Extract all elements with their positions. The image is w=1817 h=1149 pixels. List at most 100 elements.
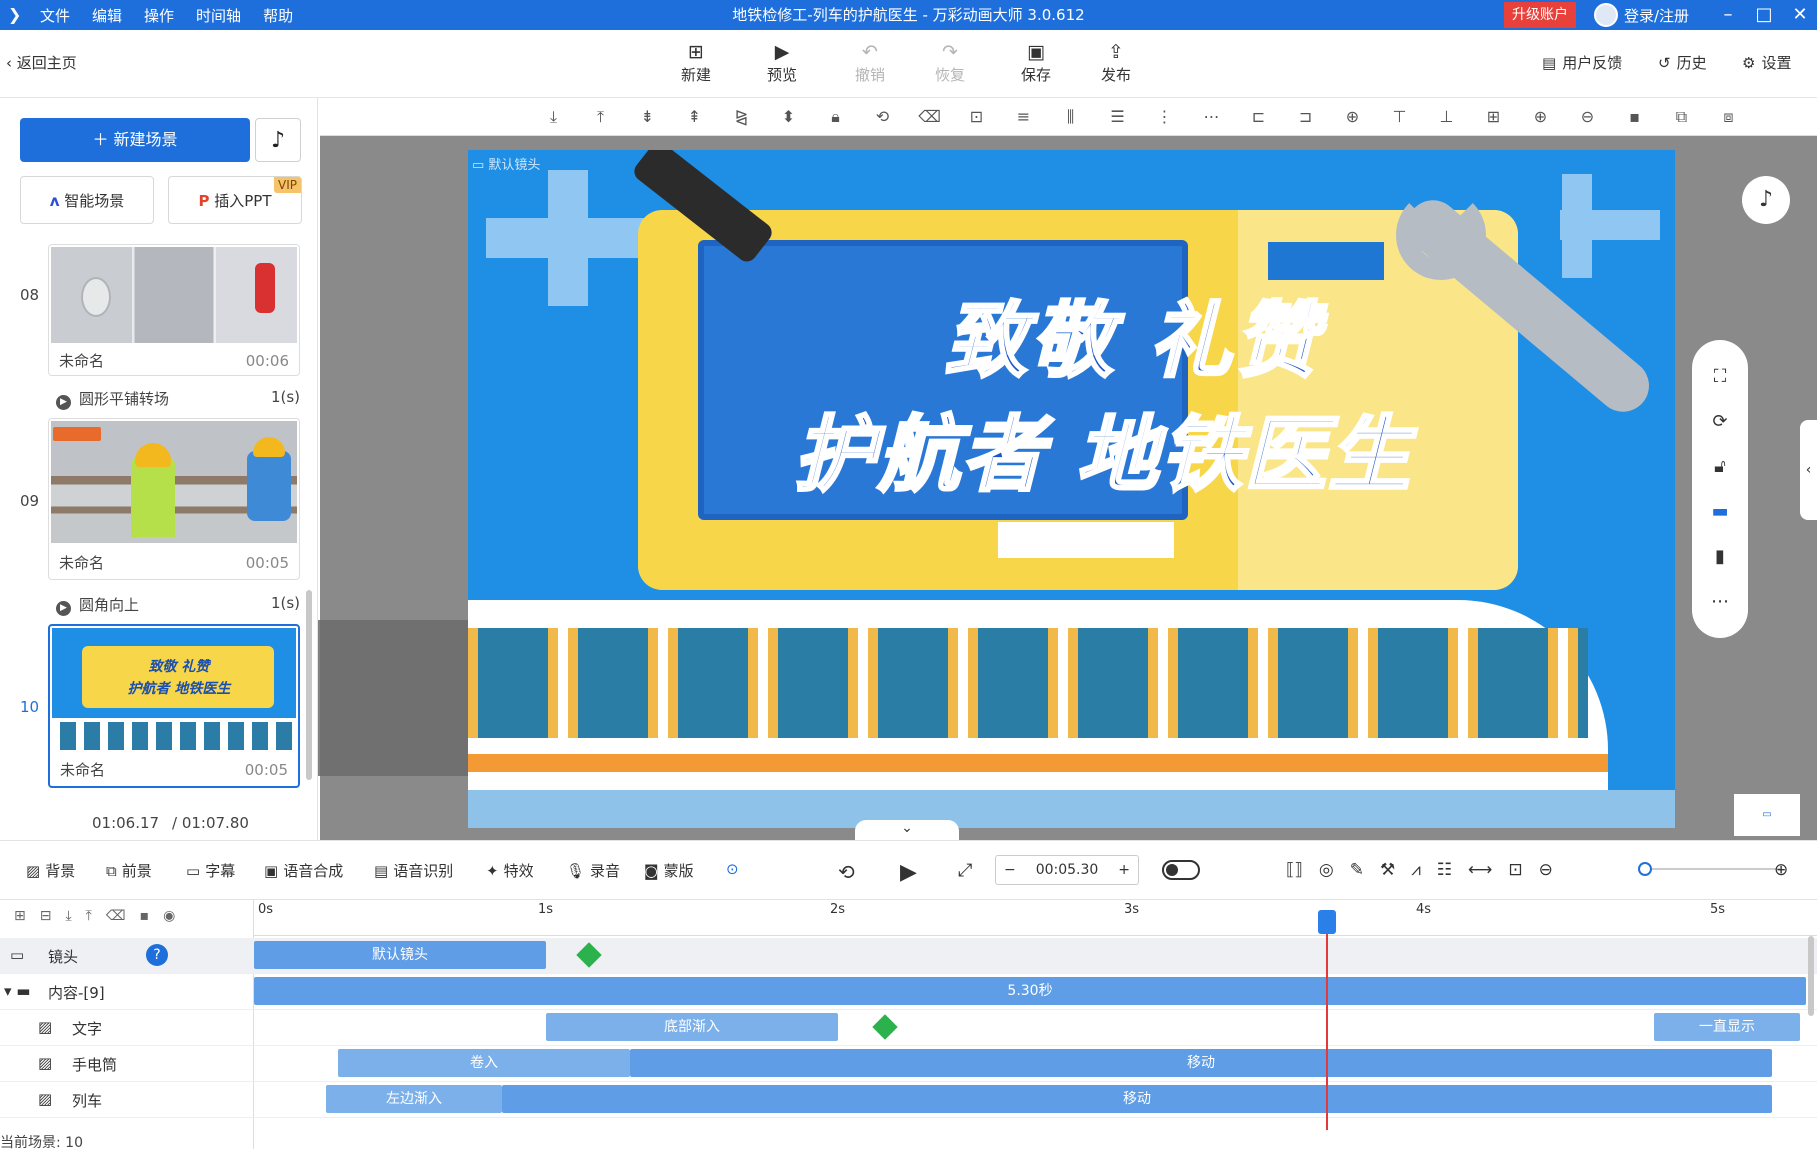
move-up-icon[interactable]: ⤒ <box>86 908 92 924</box>
scene-card-selected[interactable]: 致敬 礼赞 护航者 地铁医生 未命名 00:05 <box>48 624 300 788</box>
new-button[interactable]: ⊞ 新建 <box>666 40 726 85</box>
delete-icon[interactable]: ⌫ <box>106 908 126 924</box>
lock-icon[interactable]: ▪ <box>140 908 150 924</box>
camera-icon[interactable]: ◎ <box>1319 860 1334 880</box>
fullscreen-button[interactable]: ⤢ <box>958 860 972 881</box>
undo-button[interactable]: ↶ 撤销 <box>840 40 900 85</box>
rotate-icon[interactable]: ⟲ <box>859 107 906 126</box>
align-left-icon[interactable]: ≡ <box>1000 107 1047 126</box>
minimap-thumbnail[interactable]: ▭ <box>1734 794 1800 836</box>
clip-train-move[interactable]: 移动 <box>502 1085 1772 1113</box>
eye-icon[interactable]: ◉ <box>163 908 175 924</box>
select-icon[interactable]: ⊡ <box>953 107 1000 126</box>
copy-icon[interactable]: ⧉ <box>1658 107 1705 127</box>
collapse-stage-button[interactable]: ⌄ <box>855 820 959 842</box>
move-down-icon[interactable]: ⤓ <box>65 908 71 924</box>
settings-button[interactable]: ⚙ 设置 <box>1742 52 1791 73</box>
distribute-h-icon[interactable]: ⋯ <box>1188 107 1235 126</box>
clip-flashlight-in[interactable]: 卷入 <box>338 1049 630 1077</box>
more-tools-button[interactable]: ⊙ <box>726 860 739 878</box>
align-right-icon[interactable]: ☰ <box>1094 107 1141 126</box>
help-icon[interactable]: ? <box>146 944 168 966</box>
zoom-in-button[interactable]: ⊕ <box>1774 860 1788 880</box>
music-button[interactable]: ♪ <box>255 118 301 162</box>
phone-icon[interactable]: ▮ <box>1715 546 1725 567</box>
canvas-title-line1[interactable]: 致敬 礼赞 <box>708 274 1558 393</box>
clip-content[interactable]: 5.30秒 <box>254 977 1806 1005</box>
mask-tool[interactable]: ◙ 蒙版 <box>644 860 694 881</box>
middle-icon[interactable]: ⊞ <box>1470 107 1517 126</box>
center-h-icon[interactable]: ⊕ <box>1329 107 1376 126</box>
menu-timeline[interactable]: 时间轴 <box>196 5 241 26</box>
align-tr-icon[interactable]: ⊐ <box>1282 107 1329 126</box>
zoom-in-icon[interactable]: ⊕ <box>1517 107 1564 126</box>
menu-help[interactable]: 帮助 <box>263 5 293 26</box>
align-top-icon[interactable]: ⤒ <box>577 107 624 127</box>
menu-operate[interactable]: 操作 <box>144 5 174 26</box>
delete-icon[interactable]: ⌫ <box>906 107 953 126</box>
zoom-slider-track[interactable] <box>1640 868 1780 870</box>
replay-button[interactable]: ⟲ <box>838 860 855 884</box>
publish-button[interactable]: ⇪ 发布 <box>1086 40 1146 85</box>
canvas-title-line2[interactable]: 护航者 地铁医生 <box>668 388 1538 507</box>
play-button[interactable]: ▶ <box>900 860 917 885</box>
scene-card[interactable]: 未命名 00:06 <box>48 244 300 376</box>
scene-card[interactable]: 未命名 00:05 <box>48 418 300 580</box>
paste-icon[interactable]: ⧈ <box>1705 107 1752 127</box>
menu-file[interactable]: 文件 <box>40 5 70 26</box>
tts-tool[interactable]: ▣ 语音合成 <box>264 860 343 881</box>
effects-tool[interactable]: ✦ 特效 <box>486 860 534 881</box>
scene-list-scrollbar[interactable] <box>306 590 312 780</box>
add-folder-icon[interactable]: ⊞ <box>14 908 26 924</box>
transition-item[interactable]: ▶ 圆形平铺转场 1(s) <box>56 388 300 410</box>
history-button[interactable]: ↺ 历史 <box>1658 52 1707 73</box>
lock-view-icon[interactable]: 🔓︎ <box>1714 456 1726 477</box>
layer-up-icon[interactable]: ⇞ <box>671 107 718 126</box>
clip-flashlight-move[interactable]: 移动 <box>630 1049 1772 1077</box>
minus-icon[interactable]: − <box>1004 862 1016 878</box>
smart-scene-button[interactable]: ᴧ 智能场景 <box>20 176 154 224</box>
transition-item[interactable]: ▶ 圆角向上 1(s) <box>56 594 300 616</box>
split-icon[interactable]: ⚒ <box>1380 860 1395 880</box>
playhead[interactable] <box>1326 910 1328 1130</box>
align-bottom-icon[interactable]: ⤓ <box>530 107 577 127</box>
clip-camera[interactable]: 默认镜头 <box>254 941 546 969</box>
lock-canvas-icon[interactable]: ▪ <box>1611 107 1658 126</box>
timeline-scrollbar[interactable] <box>1808 936 1814 1016</box>
subtitle-tool[interactable]: ▭ 字幕 <box>186 860 235 881</box>
flip-vertical-icon[interactable]: ⬍ <box>765 107 812 126</box>
minimize-button[interactable]: – <box>1710 0 1746 30</box>
bottom-edge-icon[interactable]: ⊥ <box>1423 107 1470 126</box>
preview-button[interactable]: ▶ 预览 <box>752 40 812 85</box>
maximize-button[interactable]: □ <box>1746 0 1782 30</box>
new-folder-icon[interactable]: ⊟ <box>40 908 52 924</box>
back-home-link[interactable]: ‹ 返回主页 <box>6 52 77 73</box>
record-tool[interactable]: 🎙︎ 录音 <box>566 860 620 881</box>
align-center-icon[interactable]: ⫼ <box>1047 107 1094 127</box>
rotate-view-icon[interactable]: ⟳ <box>1712 411 1727 432</box>
zoom-slider-thumb[interactable] <box>1638 862 1652 876</box>
redo-button[interactable]: ↷ 恢复 <box>920 40 980 85</box>
time-ruler[interactable] <box>254 900 1817 936</box>
track-text[interactable] <box>0 1010 1817 1046</box>
clip-text-in[interactable]: 底部渐入 <box>546 1013 838 1041</box>
asr-tool[interactable]: ▤ 语音识别 <box>374 860 453 881</box>
foreground-tool[interactable]: ⧉ 前景 <box>106 860 152 881</box>
scene-canvas[interactable]: ▭ 默认镜头 致敬 礼赞 护航者 地铁医生 <box>468 150 1675 828</box>
align-tl-icon[interactable]: ⊏ <box>1235 107 1282 126</box>
clip-text-hold[interactable]: 一直显示 <box>1654 1013 1800 1041</box>
toggle-switch[interactable] <box>1162 860 1200 880</box>
insert-ppt-button[interactable]: P 插入PPT VIP <box>168 176 302 224</box>
menu-edit[interactable]: 编辑 <box>92 5 122 26</box>
feedback-button[interactable]: ▤ 用户反馈 <box>1542 52 1622 73</box>
screen-icon[interactable]: ▬ <box>1711 501 1728 522</box>
login-button[interactable]: 登录/注册 <box>1594 0 1689 30</box>
layer-down-icon[interactable]: ⇟ <box>624 107 671 126</box>
ratio-icon[interactable]: ⊡ <box>1508 860 1522 880</box>
edit-icon[interactable]: ✎ <box>1350 860 1364 880</box>
new-scene-button[interactable]: ＋ 新建场景 <box>20 118 250 162</box>
playhead-handle[interactable] <box>1318 910 1336 934</box>
scene-music-button[interactable]: ♪ <box>1742 176 1790 224</box>
upgrade-button[interactable]: 升级账户 <box>1504 2 1576 28</box>
close-button[interactable]: ✕ <box>1782 0 1817 30</box>
